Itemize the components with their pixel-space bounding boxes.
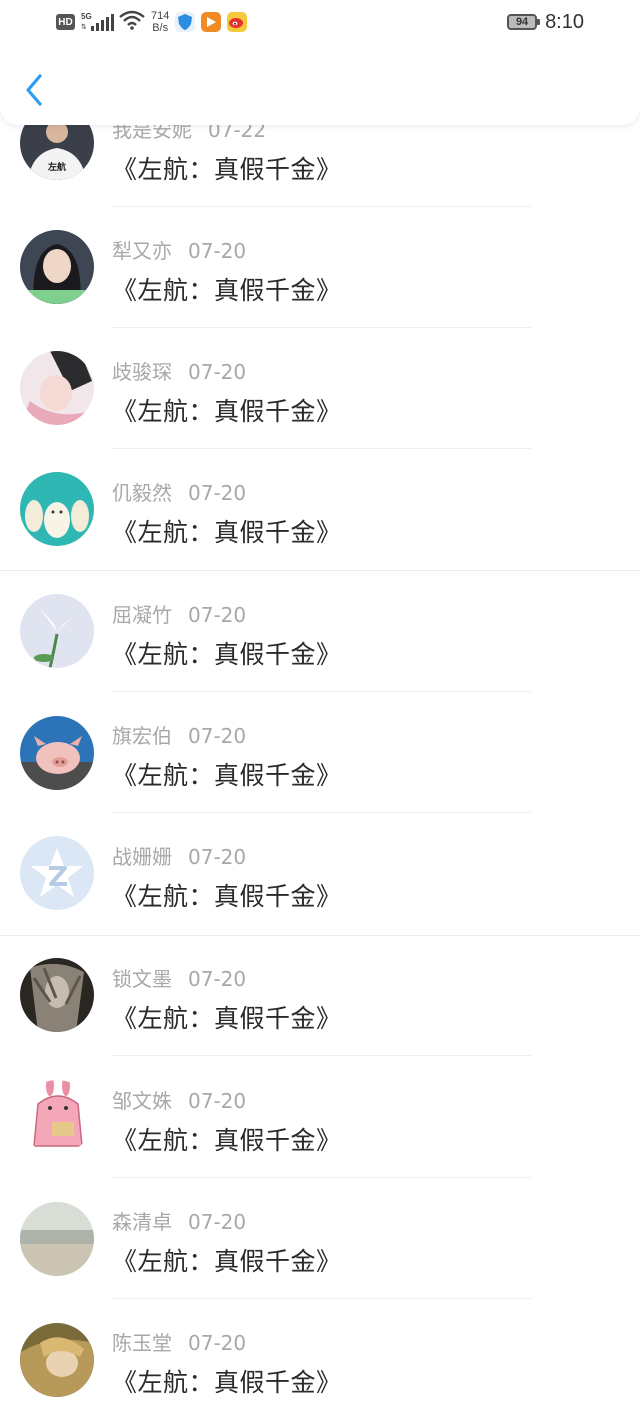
top-bar: [0, 44, 640, 125]
shield-app-icon: [175, 12, 196, 32]
comment-meta: 犁又亦 07-20: [112, 235, 246, 264]
comment-text: 《左航：真假千金》: [112, 1126, 342, 1155]
comment-meta: 歧骏琛 07-20: [112, 356, 246, 385]
signal-icon: 5G ⇅: [81, 11, 114, 33]
comment-meta: 陈玉堂 07-20: [112, 1327, 246, 1356]
wifi-icon: [119, 10, 145, 34]
avatar: [20, 836, 94, 910]
comment-date: 07-20: [188, 603, 247, 627]
list-item[interactable]: 战姗姗 07-20 《左航：真假千金》: [0, 813, 640, 936]
comment-text: 《左航：真假千金》: [112, 761, 342, 790]
username[interactable]: 犁又亦: [112, 239, 172, 263]
comment-text: 《左航：真假千金》: [112, 640, 342, 669]
list-item[interactable]: 锁文墨 07-20 《左航：真假千金》: [0, 935, 640, 1056]
back-button[interactable]: [18, 70, 52, 110]
username[interactable]: 仉毅然: [112, 481, 172, 505]
avatar: [20, 594, 94, 668]
avatar: [20, 351, 94, 425]
comment-text: 《左航：真假千金》: [112, 882, 342, 911]
comment-text: 《左航：真假千金》: [112, 1368, 342, 1397]
avatar: [20, 1323, 94, 1397]
avatar: [20, 230, 94, 304]
username[interactable]: 歧骏琛: [112, 360, 172, 384]
comment-text: 《左航：真假千金》: [112, 518, 342, 547]
username[interactable]: 锁文墨: [112, 967, 172, 991]
list-item[interactable]: 森清卓 07-20 《左航：真假千金》: [0, 1178, 640, 1299]
username[interactable]: 邹文姝: [112, 1089, 172, 1113]
username[interactable]: 战姗姗: [112, 845, 172, 869]
comment-text: 《左航：真假千金》: [112, 1004, 342, 1033]
comment-meta: 仉毅然 07-20: [112, 477, 246, 506]
comment-date: 07-20: [188, 724, 247, 748]
comment-date: 07-20: [188, 360, 247, 384]
username[interactable]: 森清卓: [112, 1210, 172, 1234]
comment-meta: 锁文墨 07-20: [112, 963, 246, 992]
comment-text: 《左航：真假千金》: [112, 397, 342, 426]
clock: 8:10: [545, 10, 584, 33]
comment-meta: 战姗姗 07-20: [112, 841, 246, 870]
weibo-app-icon: [227, 12, 248, 32]
comment-text: 《左航：真假千金》: [112, 155, 342, 184]
username[interactable]: 旗宏伯: [112, 724, 172, 748]
list-item[interactable]: 歧骏琛 07-20 《左航：真假千金》: [0, 328, 640, 449]
avatar: [20, 472, 94, 546]
list-item[interactable]: 屈凝竹 07-20 《左航：真假千金》: [0, 571, 640, 692]
comment-meta: 邹文姝 07-20: [112, 1085, 246, 1114]
hd-badge: HD: [56, 14, 75, 30]
list-item[interactable]: 陈玉堂 07-20 《左航：真假千金》: [0, 1299, 640, 1420]
comment-date: 07-20: [188, 1331, 247, 1355]
list-item[interactable]: 仉毅然 07-20 《左航：真假千金》: [0, 449, 640, 571]
comment-meta: 屈凝竹 07-20: [112, 599, 246, 628]
comment-date: 07-20: [188, 1089, 247, 1113]
video-app-icon: [201, 12, 222, 32]
username[interactable]: 屈凝竹: [112, 603, 172, 627]
comment-text: 《左航：真假千金》: [112, 276, 342, 305]
comment-date: 07-20: [188, 239, 247, 263]
chevron-left-icon: [26, 74, 42, 106]
svg-text:左航: 左航: [47, 161, 66, 173]
avatar: [20, 1080, 94, 1154]
comment-date: 07-20: [188, 845, 247, 869]
comment-date: 07-20: [188, 481, 247, 505]
comment-date: 07-20: [188, 967, 247, 991]
battery-icon: 94: [507, 14, 541, 30]
list-item[interactable]: 邹文姝 07-20 《左航：真假千金》: [0, 1057, 640, 1178]
avatar: [20, 958, 94, 1032]
comment-text: 《左航：真假千金》: [112, 1247, 342, 1276]
list-item[interactable]: 犁又亦 07-20 《左航：真假千金》: [0, 207, 640, 328]
comment-meta: 旗宏伯 07-20: [112, 720, 246, 749]
status-bar: HD 5G ⇅ 714 B/s 94 8:10: [0, 0, 640, 44]
comment-date: 07-20: [188, 1210, 247, 1234]
divider: [112, 1055, 532, 1056]
avatar: [20, 716, 94, 790]
avatar: [20, 1202, 94, 1276]
list-item[interactable]: 旗宏伯 07-20 《左航：真假千金》: [0, 692, 640, 813]
network-speed: 714 B/s: [151, 10, 170, 34]
username[interactable]: 陈玉堂: [112, 1331, 172, 1355]
comment-meta: 森清卓 07-20: [112, 1206, 246, 1235]
